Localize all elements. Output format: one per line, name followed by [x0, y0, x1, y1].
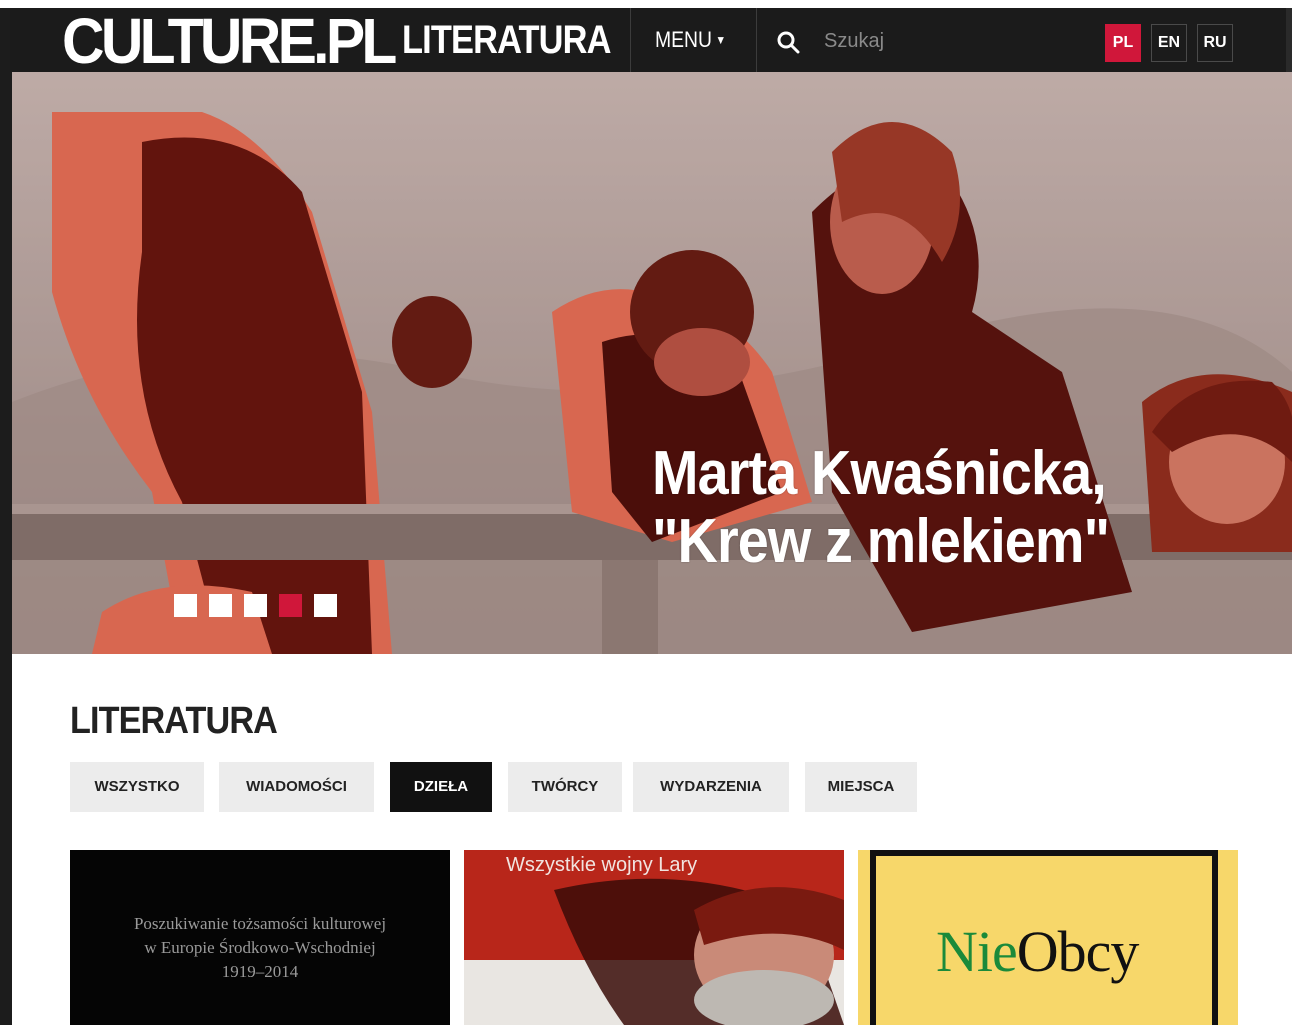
cover-line: w Europie Środkowo-Wschodniej — [144, 938, 376, 957]
cover-line: 1919–2014 — [221, 962, 299, 981]
search-input[interactable] — [822, 24, 1066, 58]
card-cover-text: Poszukiwanie tożsamości kulturowej w Eur… — [70, 912, 450, 984]
site-logo[interactable]: CULTURE.PL — [62, 9, 397, 73]
language-ru-button[interactable]: RU — [1197, 24, 1233, 62]
filter-dziela[interactable]: DZIEŁA — [390, 762, 492, 812]
filter-wszystko[interactable]: WSZYSTKO — [70, 762, 204, 812]
title-part: Nie — [936, 919, 1018, 984]
cover-line: Poszukiwanie tożsamości kulturowej — [133, 914, 387, 933]
card-title: Wszystkie wojny Lary — [506, 854, 698, 876]
language-en-button[interactable]: EN — [1151, 24, 1187, 62]
site-header: CULTURE.PL LITERATURA MENU▼ PL EN RU — [10, 8, 1292, 73]
article-card[interactable]: NieObcy — [858, 850, 1238, 1025]
section-name[interactable]: LITERATURA — [402, 18, 611, 62]
language-pl-button[interactable]: PL — [1105, 24, 1141, 62]
slider-dot[interactable] — [314, 594, 337, 617]
article-card[interactable]: Wszystkie wojny Lary — [464, 850, 844, 1025]
hero-caption-line: Marta Kwaśnicka, — [652, 439, 1107, 508]
search-icon[interactable] — [776, 30, 800, 54]
filter-wiadomosci[interactable]: WIADOMOŚCI — [219, 762, 374, 812]
slider-dot[interactable] — [174, 594, 197, 617]
card-title: NieObcy — [936, 919, 1140, 984]
article-card[interactable]: Poszukiwanie tożsamości kulturowej w Eur… — [70, 850, 450, 1025]
filter-tworcy[interactable]: TWÓRCY — [508, 762, 622, 812]
slider-dots — [174, 594, 337, 617]
title-part: Obcy — [1016, 919, 1140, 984]
page-title: LITERATURA — [70, 700, 278, 742]
slider-dot[interactable] — [209, 594, 232, 617]
hero-caption-line: "Krew z mlekiem" — [652, 507, 1110, 576]
menu-button[interactable]: MENU ▼ — [655, 28, 726, 52]
main-content: LITERATURA WSZYSTKO WIADOMOŚCI DZIEŁA TW… — [12, 654, 1292, 1025]
hero-caption[interactable]: Marta Kwaśnicka, "Krew z mlekiem" — [652, 439, 1110, 576]
slider-dot-active[interactable] — [279, 594, 302, 617]
filter-wydarzenia[interactable]: WYDARZENIA — [633, 762, 789, 812]
header-divider — [630, 8, 631, 72]
filter-miejsca[interactable]: MIEJSCA — [805, 762, 917, 812]
hero-slider[interactable]: Marta Kwaśnicka, "Krew z mlekiem" — [12, 72, 1292, 654]
header-divider — [756, 8, 757, 72]
caret-down-icon: ▼ — [715, 33, 726, 47]
slider-dot[interactable] — [244, 594, 267, 617]
menu-label: MENU — [655, 27, 713, 52]
